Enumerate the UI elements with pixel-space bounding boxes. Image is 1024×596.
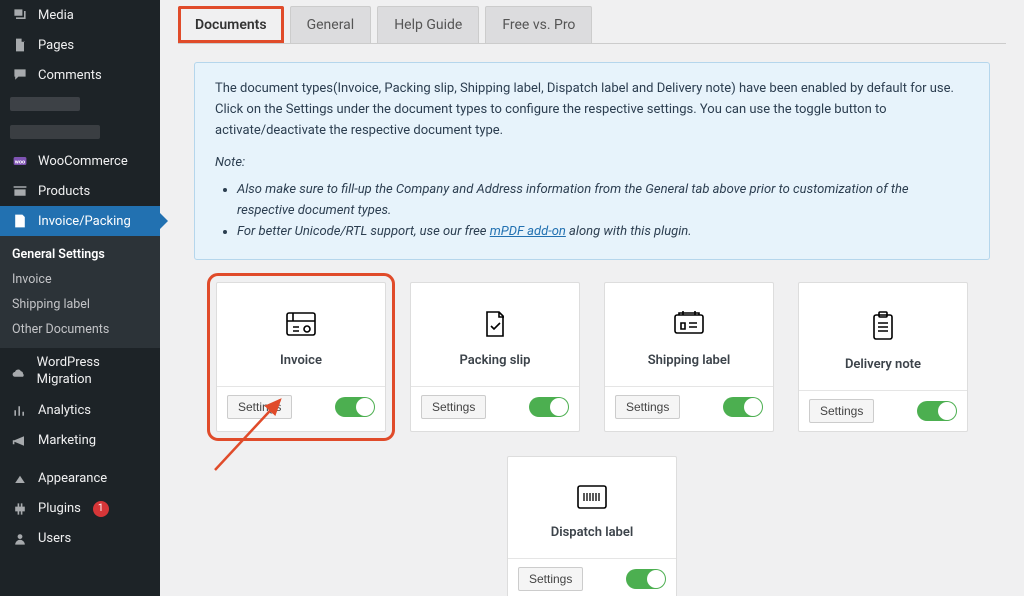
sidebar-item-invoice-packing[interactable]: Invoice/Packing <box>0 206 160 236</box>
menu-label: Appearance <box>38 471 107 486</box>
sidebar-item-wpmigration[interactable]: WordPress Migration <box>0 348 160 396</box>
main-content: Documents General Help Guide Free vs. Pr… <box>160 0 1024 596</box>
menu-label: WordPress Migration <box>37 355 150 389</box>
sidebar-item-pages[interactable]: Pages <box>0 30 160 60</box>
card-title: Shipping label <box>613 353 765 368</box>
menu-label: Comments <box>38 68 102 83</box>
redacted-label <box>10 97 80 111</box>
mpdf-addon-link[interactable]: mPDF add-on <box>490 224 566 239</box>
svg-text:woo: woo <box>15 159 25 165</box>
card-shipping-label: Shipping label Settings <box>604 282 774 432</box>
submenu-invoice[interactable]: Invoice <box>0 267 160 292</box>
invoice-toggle[interactable] <box>335 397 375 417</box>
sidebar-item-woocommerce[interactable]: woo WooCommerce <box>0 146 160 176</box>
marketing-icon <box>10 433 30 449</box>
delivery-settings-button[interactable]: Settings <box>809 399 874 423</box>
card-delivery-note: Delivery note Settings <box>798 282 968 432</box>
appearance-icon <box>10 471 30 487</box>
sidebar-item-analytics[interactable]: Analytics <box>0 396 160 426</box>
notice-paragraph: The document types(Invoice, Packing slip… <box>215 79 969 141</box>
shipping-settings-button[interactable]: Settings <box>615 395 680 419</box>
delivery-note-icon <box>807 309 959 347</box>
notice-bullet-2a: For better Unicode/RTL support, use our … <box>237 224 490 239</box>
shipping-label-icon <box>613 309 765 343</box>
plugins-icon <box>10 501 30 517</box>
card-packing-slip: Packing slip Settings <box>410 282 580 432</box>
invoice-icon <box>10 213 30 229</box>
menu-label: Pages <box>38 38 74 53</box>
info-notice: The document types(Invoice, Packing slip… <box>194 62 990 260</box>
submenu-other-documents[interactable]: Other Documents <box>0 317 160 342</box>
tab-documents[interactable]: Documents <box>178 6 284 43</box>
sidebar-item-media[interactable]: Media <box>0 0 160 30</box>
card-title: Dispatch label <box>516 525 668 540</box>
menu-label: Plugins <box>38 501 81 516</box>
woocommerce-icon: woo <box>10 153 30 169</box>
tab-general[interactable]: General <box>290 6 372 43</box>
invoice-doc-icon <box>225 309 377 343</box>
submenu-shipping-label[interactable]: Shipping label <box>0 292 160 317</box>
document-cards: Invoice Settings Packing slip Settings <box>178 282 1006 596</box>
redacted-label <box>10 125 100 139</box>
cloud-icon <box>10 364 29 380</box>
media-icon <box>10 7 30 23</box>
menu-label: Marketing <box>38 433 96 448</box>
users-icon <box>10 531 30 547</box>
dispatch-toggle[interactable] <box>626 569 666 589</box>
menu-label: Invoice/Packing <box>38 214 131 229</box>
sidebar-item-products[interactable]: Products <box>0 176 160 206</box>
tab-help-guide[interactable]: Help Guide <box>377 6 479 43</box>
card-dispatch-label: Dispatch label Settings <box>507 456 677 596</box>
card-invoice: Invoice Settings <box>216 282 386 432</box>
admin-sidebar: Media Pages Comments woo WooCommerce Pro… <box>0 0 160 596</box>
card-title: Invoice <box>225 353 377 368</box>
note-label: Note: <box>215 155 245 170</box>
dispatch-label-icon <box>516 483 668 515</box>
card-title: Packing slip <box>419 353 571 368</box>
tab-free-vs-pro[interactable]: Free vs. Pro <box>485 6 592 43</box>
notice-bullet-1: Also make sure to fill-up the Company an… <box>237 182 909 218</box>
current-arrow <box>160 213 168 229</box>
comments-icon <box>10 67 30 83</box>
packing-slip-icon <box>419 309 571 343</box>
delivery-toggle[interactable] <box>917 401 957 421</box>
shipping-toggle[interactable] <box>723 397 763 417</box>
sidebar-item-appearance[interactable]: Appearance <box>0 464 160 494</box>
menu-label: Media <box>38 8 74 23</box>
packing-settings-button[interactable]: Settings <box>421 395 486 419</box>
sidebar-submenu: General Settings Invoice Shipping label … <box>0 236 160 348</box>
tabs: Documents General Help Guide Free vs. Pr… <box>178 6 1006 44</box>
card-title: Delivery note <box>807 357 959 372</box>
dispatch-settings-button[interactable]: Settings <box>518 567 583 591</box>
sidebar-item-redacted-2[interactable] <box>0 118 160 146</box>
menu-label: Analytics <box>38 403 91 418</box>
menu-label: Users <box>38 531 71 546</box>
submenu-general-settings[interactable]: General Settings <box>0 242 160 267</box>
packing-toggle[interactable] <box>529 397 569 417</box>
sidebar-item-plugins[interactable]: Plugins 1 <box>0 494 160 524</box>
sidebar-item-users[interactable]: Users <box>0 524 160 554</box>
sidebar-item-marketing[interactable]: Marketing <box>0 426 160 456</box>
menu-label: WooCommerce <box>38 154 128 169</box>
notice-bullet-2b: along with this plugin. <box>566 224 692 239</box>
menu-label: Products <box>38 184 90 199</box>
plugin-update-badge: 1 <box>93 501 109 517</box>
products-icon <box>10 183 30 199</box>
sidebar-item-comments[interactable]: Comments <box>0 60 160 90</box>
sidebar-item-redacted-1[interactable] <box>0 90 160 118</box>
analytics-icon <box>10 403 30 419</box>
invoice-settings-button[interactable]: Settings <box>227 395 292 419</box>
pages-icon <box>10 37 30 53</box>
